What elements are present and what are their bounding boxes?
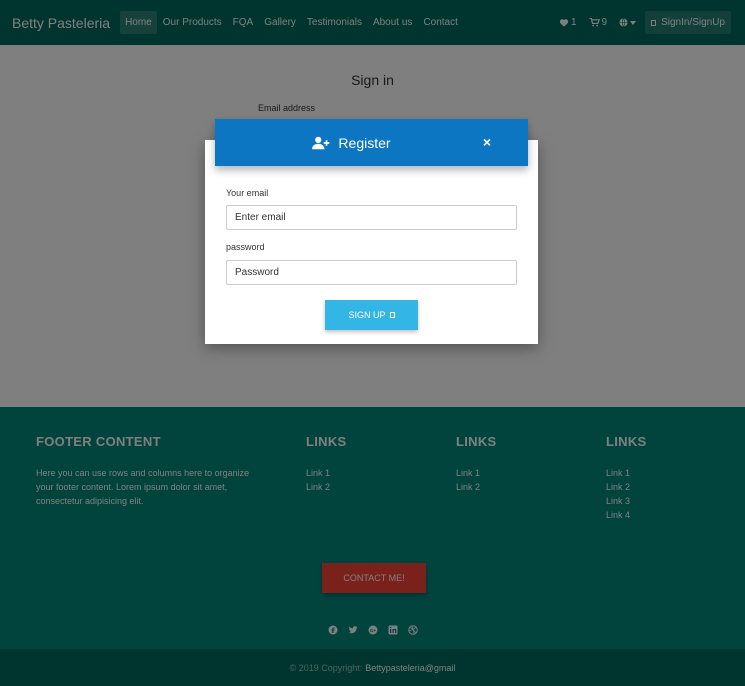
register-modal-header: Register × [215, 119, 528, 166]
email-field[interactable]: Enter email [226, 205, 517, 230]
sign-up-label: SIGN UP [348, 310, 386, 320]
sign-up-button[interactable]: SIGN UP [325, 300, 418, 330]
sign-up-icon [389, 312, 395, 318]
password-field[interactable]: Password [226, 260, 517, 285]
your-email-label: Your email [226, 188, 269, 198]
user-plus-icon [312, 136, 330, 149]
register-title: Register [338, 134, 391, 151]
password-label: password [226, 242, 265, 252]
close-icon[interactable]: × [483, 134, 491, 150]
